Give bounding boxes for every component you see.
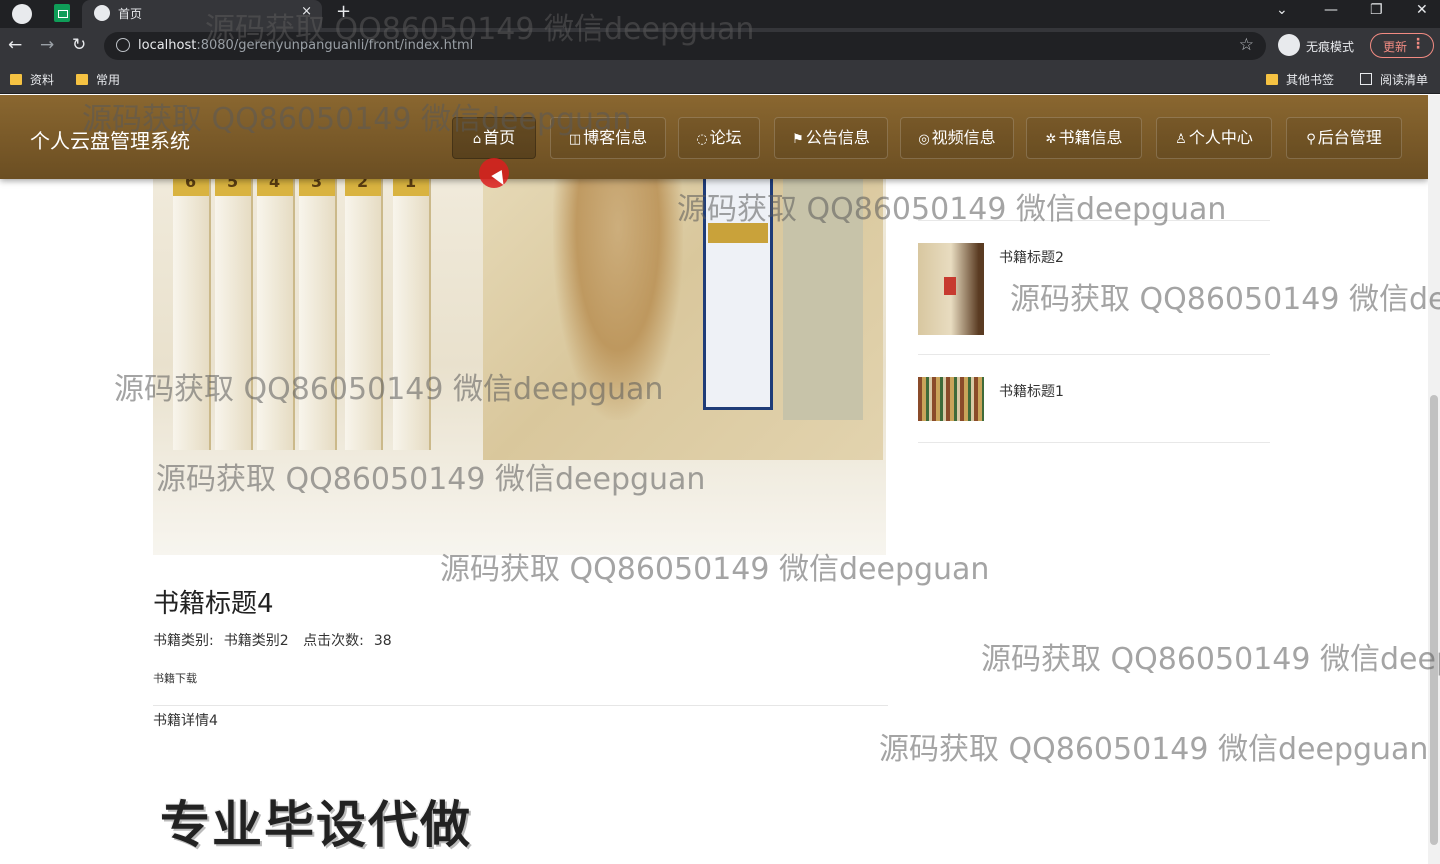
promo-text: 专业毕设代做 [160, 796, 472, 854]
flag-icon: ⚑ [792, 132, 804, 147]
category-value: 书籍类别2 [223, 633, 289, 649]
nav-label: 论坛 [709, 128, 742, 147]
book-meta: 书籍类别: 书籍类别2 点击次数: 38 [153, 630, 402, 650]
incognito-label: 无痕模式 [1306, 40, 1355, 54]
nav-notice[interactable]: ⚑ 公告信息 [774, 117, 888, 159]
clicks-value: 38 [373, 633, 392, 649]
forum-icon: ◌ [696, 132, 708, 147]
nav-forum[interactable]: ◌ 论坛 [678, 117, 760, 159]
side-list-item[interactable]: 书籍标题2 [918, 221, 1270, 355]
page-favicon-icon [94, 5, 110, 21]
page-viewport: 6 5 4 3 2 1 书籍标题4 书籍类别: 书籍类别2 点击次数: 38 书籍下… [0, 95, 1440, 864]
home-icon: ⌂ [472, 132, 482, 147]
reload-icon[interactable]: ↻ [72, 35, 86, 55]
nav-label: 个人中心 [1188, 128, 1253, 147]
back-icon[interactable]: ← [8, 35, 22, 55]
nav-label: 博客信息 [583, 128, 648, 147]
bookmark-label: 常用 [96, 73, 121, 87]
nav-label: 视频信息 [931, 128, 996, 147]
book-icon: ✲ [1045, 132, 1057, 147]
minimize-icon[interactable]: — [1324, 2, 1338, 18]
bookmark-star-icon[interactable]: ☆ [1239, 35, 1254, 55]
book-title: 书籍标题4 [153, 589, 274, 619]
tab-search-chevron-icon[interactable]: ⌄ [1276, 2, 1288, 18]
browser-tab-bar: 首页 × + ⌄ — ❐ ✕ [0, 0, 1440, 28]
nav-video[interactable]: ◎ 视频信息 [900, 117, 1014, 159]
nav-home[interactable]: ⌂ 首页 [452, 117, 536, 159]
reading-list-icon [1360, 73, 1372, 85]
side-item-title[interactable]: 书籍标题1 [999, 381, 1064, 401]
nav-label: 书籍信息 [1058, 128, 1123, 147]
spreadsheet-icon[interactable] [54, 4, 70, 22]
update-label: 更新 [1383, 40, 1408, 54]
bookmark-folder-changyong[interactable]: 常用 [76, 71, 120, 88]
book-content: 书籍详情4 [153, 713, 218, 729]
side-item-title[interactable]: 书籍标题2 [999, 247, 1064, 267]
url-text[interactable]: localhost:8080/gerenyunpanguanli/front/i… [138, 38, 473, 53]
site-header: 个人云盘管理系统 ⌂ 首页 ◫ 博客信息 ◌ 论坛 ⚑ 公告信息 ◎ 视频信息 ✲ 书籍信息… [0, 95, 1428, 179]
nav-blog[interactable]: ◫ 博客信息 [550, 117, 666, 159]
nav-label: 首页 [483, 128, 516, 147]
nav-label: 后台管理 [1317, 128, 1382, 147]
clicks-label: 点击次数: [303, 633, 364, 649]
reading-list[interactable]: 阅读清单 [1360, 71, 1428, 88]
url-host: localhost [138, 38, 197, 53]
side-list-item[interactable]: 书籍标题1 [918, 355, 1270, 443]
bookmark-label: 阅读清单 [1380, 73, 1429, 87]
other-bookmarks[interactable]: 其他书签 [1266, 71, 1334, 88]
restore-icon[interactable]: ❐ [1370, 2, 1383, 18]
folder-icon [1266, 74, 1278, 85]
browser-toolbar: ← → ↻ localhost:8080/gerenyunpanguanli/f… [0, 28, 1440, 64]
tab-close-icon[interactable]: × [301, 4, 312, 19]
bookmarks-bar: 资料 常用 其他书签 阅读清单 [0, 64, 1440, 94]
bookmark-label: 资料 [30, 73, 55, 87]
nav-books[interactable]: ✲ 书籍信息 [1026, 117, 1142, 159]
site-info-icon[interactable] [116, 38, 130, 52]
page-scrollbar[interactable] [1428, 95, 1440, 864]
menu-kebab-icon[interactable]: ⋮ [1411, 36, 1425, 52]
blog-icon: ◫ [568, 132, 582, 147]
user-icon: ♙ [1175, 132, 1187, 147]
site-brand[interactable]: 个人云盘管理系统 [30, 125, 190, 154]
scrollbar-thumb[interactable] [1430, 395, 1438, 845]
folder-icon [76, 74, 88, 85]
nav-label: 公告信息 [805, 128, 870, 147]
url-path: :8080/gerenyunpanguanli/front/index.html [196, 38, 474, 53]
book-thumbnail[interactable] [918, 243, 984, 335]
folder-icon [10, 74, 22, 85]
globe-icon[interactable] [12, 4, 32, 24]
new-tab-icon[interactable]: + [336, 1, 351, 22]
nav-profile[interactable]: ♙ 个人中心 [1156, 117, 1272, 159]
update-button[interactable]: 更新 ⋮ [1370, 33, 1434, 58]
bookmark-label: 其他书签 [1286, 73, 1335, 87]
forward-icon[interactable]: → [40, 35, 54, 55]
nav-admin[interactable]: ⚲ 后台管理 [1286, 117, 1402, 159]
address-bar[interactable]: localhost:8080/gerenyunpanguanli/front/i… [104, 32, 1266, 60]
category-label: 书籍类别: [153, 633, 214, 649]
book-download-link[interactable]: 书籍下载 [153, 670, 197, 686]
close-window-icon[interactable]: ✕ [1416, 2, 1428, 18]
incognito-icon [1278, 34, 1300, 56]
book-thumbnail[interactable] [918, 377, 984, 421]
link-icon: ⚲ [1306, 132, 1316, 147]
divider [153, 705, 888, 706]
bookmark-folder-ziliao[interactable]: 资料 [10, 71, 54, 88]
tab-title: 首页 [118, 7, 143, 21]
video-icon: ◎ [918, 132, 930, 147]
browser-tab[interactable]: 首页 × [82, 0, 322, 28]
